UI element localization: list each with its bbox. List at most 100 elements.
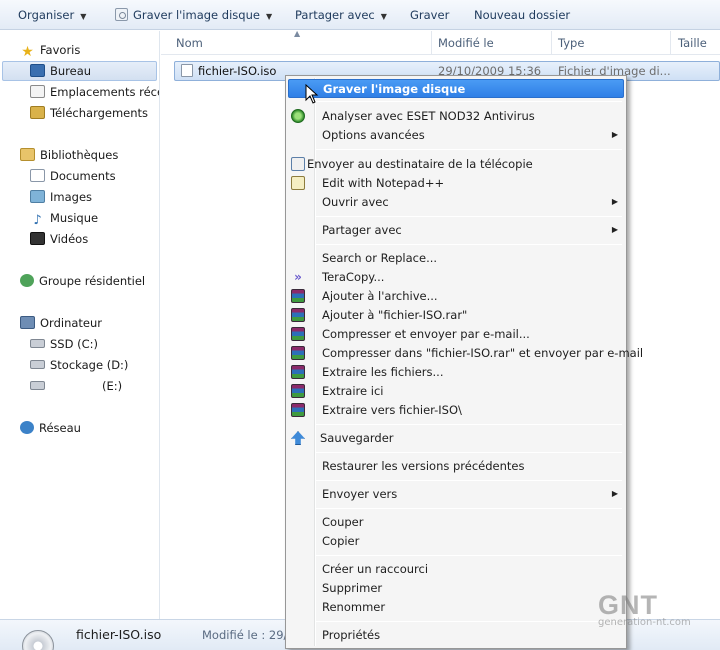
- submenu-arrow-icon: ▶: [611, 225, 618, 234]
- menu-label: Extraire les fichiers...: [322, 365, 444, 379]
- nav-music[interactable]: ♪ Musique: [30, 208, 98, 228]
- nav-documents[interactable]: Documents: [30, 166, 116, 186]
- menu-restore-versions[interactable]: Restaurer les versions précédentes: [288, 457, 624, 476]
- menu-advanced-options[interactable]: Options avancées ▶: [288, 126, 624, 145]
- watermark-url: generation-nt.com: [598, 617, 691, 628]
- nav-downloads[interactable]: Téléchargements: [30, 103, 148, 123]
- menu-label: Search or Replace...: [322, 251, 438, 265]
- share-label: Partager avec: [295, 8, 375, 22]
- nav-drive-d[interactable]: Stockage (D:): [30, 355, 128, 375]
- winrar-icon: [291, 327, 305, 341]
- nav-computer[interactable]: Ordinateur: [20, 313, 102, 333]
- menu-delete[interactable]: Supprimer: [288, 579, 624, 598]
- column-type[interactable]: Type: [558, 36, 584, 50]
- menu-label: TeraCopy...: [322, 270, 385, 284]
- nav-label: (E:): [102, 379, 123, 393]
- organize-button[interactable]: Organiser ▼: [18, 7, 86, 23]
- homegroup-icon: [20, 274, 34, 287]
- menu-edit-notepadpp[interactable]: Edit with Notepad++: [288, 174, 624, 193]
- share-with-button[interactable]: Partager avec ▼: [295, 7, 387, 23]
- menu-add-rar[interactable]: Ajouter à "fichier-ISO.rar": [288, 306, 624, 325]
- menu-separator: [316, 149, 622, 150]
- organize-label: Organiser: [18, 8, 75, 22]
- disc-icon: [115, 8, 128, 21]
- nav-homegroup[interactable]: Groupe résidentiel: [20, 271, 145, 291]
- menu-separator: [316, 452, 622, 453]
- menu-separator: [316, 508, 622, 509]
- nav-label: Images: [50, 190, 93, 204]
- column-headers: ▲ Nom Modifié le Type Taille: [161, 29, 720, 55]
- menu-label: Renommer: [322, 600, 386, 614]
- nav-label: Vidéos: [50, 232, 89, 246]
- nav-drive-c[interactable]: SSD (C:): [30, 334, 98, 354]
- menu-properties[interactable]: Propriétés: [288, 626, 624, 645]
- new-folder-button[interactable]: Nouveau dossier: [474, 7, 570, 23]
- menu-label: Créer un raccourci: [322, 562, 429, 576]
- column-divider[interactable]: [551, 31, 552, 55]
- downloads-folder-icon: [30, 106, 45, 119]
- menu-create-shortcut[interactable]: Créer un raccourci: [288, 560, 624, 579]
- menu-label: Couper: [322, 515, 364, 529]
- burn-button[interactable]: Graver: [410, 7, 449, 23]
- recent-places-icon: [30, 85, 45, 98]
- menu-add-archive[interactable]: Ajouter à l'archive...: [288, 287, 624, 306]
- nav-favorites[interactable]: ★ Favoris: [20, 40, 80, 60]
- chevron-down-icon: ▼: [380, 12, 387, 21]
- menu-share-with[interactable]: Partager avec ▶: [288, 221, 624, 240]
- menu-extract-files[interactable]: Extraire les fichiers...: [288, 363, 624, 382]
- menu-copy[interactable]: Copier: [288, 532, 624, 551]
- menu-open-with[interactable]: Ouvrir avec ▶: [288, 193, 624, 212]
- column-divider[interactable]: [431, 31, 432, 55]
- column-name[interactable]: Nom: [176, 36, 203, 50]
- winrar-icon: [291, 365, 305, 379]
- menu-extract-to[interactable]: Extraire vers fichier-ISO\: [288, 401, 624, 420]
- menu-label: Sauvegarder: [320, 431, 394, 445]
- submenu-arrow-icon: ▶: [611, 130, 618, 139]
- drive-icon: [30, 360, 45, 369]
- details-modified: Modifié le : 29/1: [202, 628, 295, 642]
- nav-recent-places[interactable]: Emplacements récents: [30, 82, 159, 102]
- nav-label: Documents: [50, 169, 116, 183]
- teracopy-icon: »: [294, 270, 302, 284]
- column-divider[interactable]: [670, 31, 671, 55]
- menu-teracopy[interactable]: » TeraCopy...: [288, 268, 624, 287]
- column-modified[interactable]: Modifié le: [438, 36, 494, 50]
- menu-scan-nod32[interactable]: Analyser avec ESET NOD32 Antivirus: [288, 107, 624, 126]
- winrar-icon: [291, 403, 305, 417]
- libraries-icon: [20, 148, 35, 161]
- nav-videos[interactable]: Vidéos: [30, 229, 88, 249]
- menu-send-to[interactable]: Envoyer vers ▶: [288, 485, 624, 504]
- menu-burn-image[interactable]: Graver l'image disque: [288, 79, 624, 98]
- iso-file-icon: [181, 64, 193, 77]
- menu-separator: [316, 244, 622, 245]
- nav-libraries[interactable]: Bibliothèques: [20, 145, 118, 165]
- nav-drive-e[interactable]: (E:): [30, 376, 155, 396]
- menu-label: Ajouter à "fichier-ISO.rar": [322, 308, 468, 322]
- nav-label: Bibliothèques: [40, 148, 119, 162]
- menu-cut[interactable]: Couper: [288, 513, 624, 532]
- nav-label: Bureau: [50, 64, 92, 78]
- command-bar: Organiser ▼ Graver l'image disque ▼ Partag…: [0, 0, 720, 30]
- menu-search-replace[interactable]: Search or Replace...: [288, 249, 624, 268]
- menu-label: Partager avec: [322, 223, 402, 237]
- chevron-down-icon: ▼: [265, 12, 273, 21]
- column-size[interactable]: Taille: [678, 36, 707, 50]
- burn-image-toolbar-button[interactable]: Graver l'image disque ▼: [115, 7, 272, 23]
- nav-network[interactable]: Réseau: [20, 418, 81, 438]
- nav-desktop[interactable]: Bureau: [2, 61, 157, 81]
- menu-rename[interactable]: Renommer: [288, 598, 624, 617]
- videos-icon: [30, 232, 45, 245]
- nav-images[interactable]: Images: [30, 187, 92, 207]
- winrar-icon: [291, 384, 305, 398]
- menu-backup[interactable]: Sauvegarder: [288, 429, 624, 448]
- drive-icon: [30, 339, 45, 348]
- winrar-icon: [291, 308, 305, 322]
- navigation-pane: ★ Favoris Bureau Emplacements récents Tél…: [0, 31, 160, 619]
- menu-label: Copier: [322, 534, 360, 548]
- menu-send-fax[interactable]: Envoyer au destinataire de la télécopie: [288, 155, 624, 174]
- menu-compress-rar-email[interactable]: Compresser dans "fichier-ISO.rar" et env…: [288, 344, 643, 363]
- menu-compress-email[interactable]: Compresser et envoyer par e-mail...: [288, 325, 624, 344]
- sort-up-icon: ▲: [294, 29, 301, 38]
- menu-separator: [316, 101, 622, 102]
- menu-extract-here[interactable]: Extraire ici: [288, 382, 624, 401]
